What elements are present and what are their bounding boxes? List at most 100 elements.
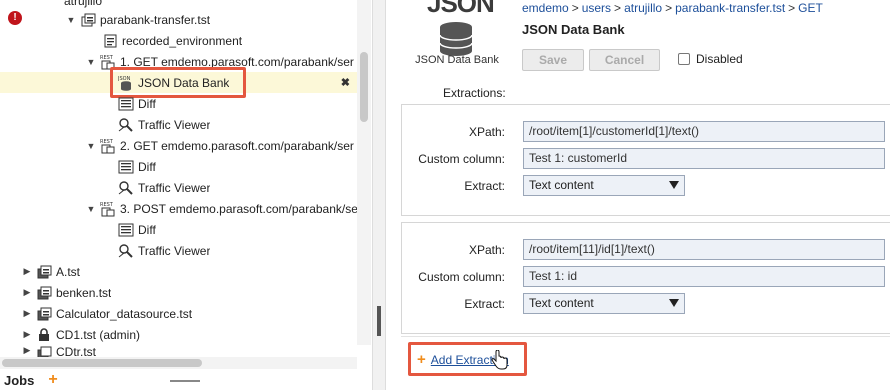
disabled-checkbox[interactable] xyxy=(678,53,690,65)
tree-item-traffic-viewer-2[interactable]: Traffic Viewer xyxy=(0,177,358,198)
breadcrumb-item[interactable]: emdemo xyxy=(522,1,569,15)
tree-item-label: Diff xyxy=(138,222,156,237)
collapse-arrow-icon[interactable]: ▶ xyxy=(22,266,32,277)
close-icon[interactable]: ✖ xyxy=(341,76,350,89)
tree-item-diff-1[interactable]: Diff xyxy=(0,93,358,114)
expand-arrow-icon[interactable]: ▼ xyxy=(86,204,96,214)
tree-item-diff-2[interactable]: Diff xyxy=(0,156,358,177)
extraction-card: XPath: /root/item[1]/customerId[1]/text(… xyxy=(401,104,890,216)
tree-item-label: recorded_environment xyxy=(122,33,243,48)
diff-icon xyxy=(118,96,134,112)
tree-item-label: benken.tst xyxy=(56,285,112,300)
diff-icon xyxy=(118,222,134,238)
test-suite-icon xyxy=(80,12,96,28)
tree-item-label: 2. GET emdemo.parasoft.com/parabank/ser xyxy=(120,138,354,153)
tree-item-benken-tst[interactable]: ▶ benken.tst xyxy=(0,282,358,303)
breadcrumb-item[interactable]: parabank-transfer.tst xyxy=(675,1,785,15)
extract-label: Extract: xyxy=(464,297,505,311)
jobs-bar: Jobs + xyxy=(0,370,372,390)
logo-text: JSON xyxy=(427,0,495,18)
breadcrumb-separator: > xyxy=(665,1,673,15)
expand-arrow-icon[interactable]: ▼ xyxy=(86,57,96,67)
custom-column-row: Custom column: Test 1: id xyxy=(402,266,890,288)
disabled-label: Disabled xyxy=(696,52,743,66)
custom-column-input[interactable]: Test 1: customerId xyxy=(523,148,885,169)
tree-item-diff-3[interactable]: Diff xyxy=(0,219,358,240)
svg-text:REST: REST xyxy=(100,139,114,145)
resize-handle[interactable] xyxy=(170,380,200,382)
tree-item-a-tst[interactable]: ▶ A.tst xyxy=(0,261,358,282)
tree-item-label: 3. POST emdemo.parasoft.com/parabank/se xyxy=(120,201,358,216)
collapse-arrow-icon[interactable]: ▶ xyxy=(22,329,32,340)
custom-column-label: Custom column: xyxy=(418,152,505,166)
extract-select-value: Text content xyxy=(529,178,594,192)
test-suite-icon xyxy=(36,306,52,322)
scrollbar-thumb[interactable] xyxy=(360,52,368,122)
add-job-icon[interactable]: + xyxy=(48,371,57,389)
expand-arrow-icon[interactable]: ▼ xyxy=(66,15,76,25)
vertical-scrollbar[interactable] xyxy=(357,0,371,345)
tree-item-traffic-viewer-1[interactable]: Traffic Viewer xyxy=(0,114,358,135)
cancel-button[interactable]: Cancel xyxy=(589,49,660,71)
splitter-grip[interactable] xyxy=(377,306,381,336)
collapse-arrow-icon[interactable]: ▶ xyxy=(22,345,32,356)
xpath-input[interactable]: /root/item[11]/id[1]/text() xyxy=(523,239,885,260)
hand-cursor-icon xyxy=(491,350,508,370)
extract-select[interactable]: Text content xyxy=(523,293,685,314)
tree-item-cd1-tst[interactable]: ▶ CD1.tst (admin) xyxy=(0,324,358,345)
breadcrumb: emdemo > users > atrujillo > parabank-transfer… xyxy=(522,1,823,15)
tree-item-label: Traffic Viewer xyxy=(138,117,211,132)
tree-item-label: Traffic Viewer xyxy=(138,180,211,195)
custom-column-input[interactable]: Test 1: id xyxy=(523,266,885,287)
breadcrumb-item[interactable]: users xyxy=(582,1,611,15)
horizontal-scrollbar[interactable] xyxy=(0,357,357,369)
svg-text:REST: REST xyxy=(100,55,114,61)
database-icon xyxy=(439,22,473,56)
dropdown-arrow-icon xyxy=(669,299,679,307)
extract-select-value: Text content xyxy=(529,296,594,310)
tree-item-post-3[interactable]: ▼ REST 3. POST emdemo.parasoft.com/parab… xyxy=(0,198,358,219)
tree-item-traffic-viewer-3[interactable]: Traffic Viewer xyxy=(0,240,358,261)
expand-arrow-icon[interactable]: ▼ xyxy=(86,141,96,151)
traffic-viewer-icon xyxy=(118,117,134,133)
extract-select[interactable]: Text content xyxy=(523,175,685,196)
scrollbar-thumb[interactable] xyxy=(2,359,202,367)
jobs-label[interactable]: Jobs xyxy=(4,373,34,388)
collapse-arrow-icon[interactable]: ▶ xyxy=(22,287,32,298)
tree-item-parabank-transfer[interactable]: ▼ parabank-transfer.tst xyxy=(0,9,358,30)
extraction-card: XPath: /root/item[11]/id[1]/text() Custo… xyxy=(401,222,890,334)
disabled-toggle[interactable]: Disabled xyxy=(678,52,743,66)
breadcrumb-item[interactable]: GET xyxy=(798,1,823,15)
rest-client-icon: REST xyxy=(100,138,116,154)
save-button[interactable]: Save xyxy=(522,49,584,71)
tree-item-get-2[interactable]: ▼ REST 2. GET emdemo.parasoft.com/paraba… xyxy=(0,135,358,156)
json-data-bank-logo: JSON xyxy=(427,0,495,62)
extractions-label: Extractions: xyxy=(443,86,506,100)
test-suite-icon xyxy=(36,345,52,357)
diff-icon xyxy=(118,159,134,175)
tree-item-label: CD1.tst (admin) xyxy=(56,327,141,342)
tree-item-label: A.tst xyxy=(56,264,81,279)
highlight-box xyxy=(408,342,527,376)
test-suite-icon xyxy=(36,285,52,301)
tree-item-label: parabank-transfer.tst xyxy=(100,12,211,27)
tree-item-cdtr-tst[interactable]: ▶ CDtr.tst xyxy=(0,345,358,357)
lock-icon xyxy=(36,327,52,343)
breadcrumb-separator: > xyxy=(614,1,622,15)
rest-client-icon: REST xyxy=(100,201,116,217)
breadcrumb-separator: > xyxy=(788,1,796,15)
xpath-input[interactable]: /root/item[1]/customerId[1]/text() xyxy=(523,121,885,142)
tree-item-label: Calculator_datasource.tst xyxy=(56,306,193,321)
xpath-row: XPath: /root/item[1]/customerId[1]/text(… xyxy=(402,121,890,143)
tree-item-calculator-datasource[interactable]: ▶ Calculator_datasource.tst xyxy=(0,303,358,324)
dropdown-arrow-icon xyxy=(669,181,679,189)
tree-item-recorded-environment[interactable]: recorded_environment xyxy=(0,30,358,51)
collapse-arrow-icon[interactable]: ▶ xyxy=(22,308,32,319)
tree-item-label: Diff xyxy=(138,159,156,174)
tree-item-label: Traffic Viewer xyxy=(138,243,211,258)
custom-column-label: Custom column: xyxy=(418,270,505,284)
extract-row: Extract: Text content xyxy=(402,293,890,315)
environment-icon xyxy=(102,33,118,49)
breadcrumb-item[interactable]: atrujillo xyxy=(624,1,662,15)
panel-splitter[interactable] xyxy=(372,0,386,390)
